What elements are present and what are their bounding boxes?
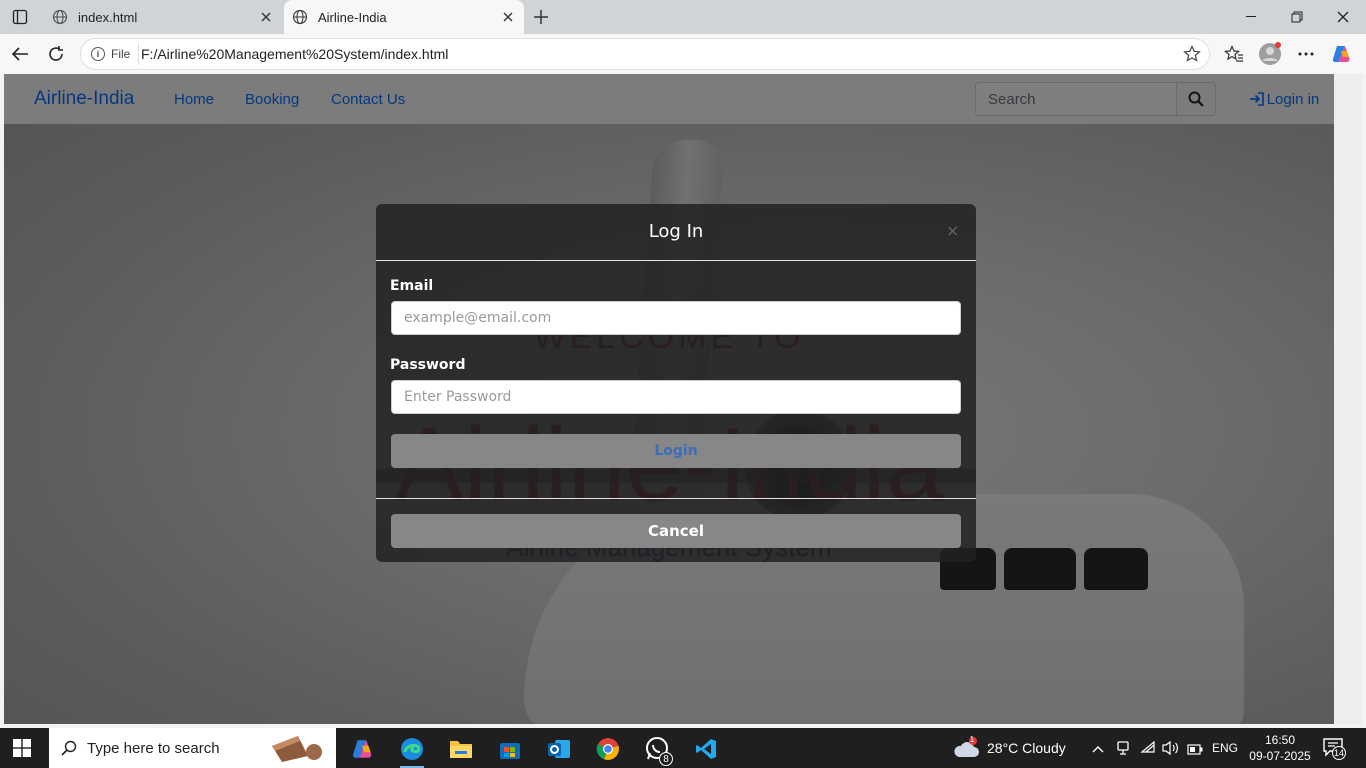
email-field[interactable]: example@email.com — [391, 301, 961, 335]
microsoft-store-icon[interactable] — [490, 732, 530, 766]
tab-title: index.html — [78, 9, 138, 25]
close-tab-icon[interactable] — [258, 9, 274, 25]
site-info-chip[interactable]: i File — [87, 43, 140, 65]
taskbar-search-placeholder: Type here to search — [87, 739, 220, 757]
copilot-icon[interactable] — [1330, 42, 1354, 66]
modal-footer-divider — [376, 498, 976, 499]
taskbar-clock[interactable]: 16:50 09-07-2025 — [1240, 732, 1320, 764]
weather-icon[interactable]: 1 — [953, 735, 979, 764]
show-hidden-icons-icon[interactable] — [1092, 741, 1104, 759]
restore-icon[interactable] — [1274, 0, 1320, 34]
new-tab-icon[interactable] — [530, 6, 552, 28]
page-viewport: WELCOME TO Airline-India Airline Managem… — [4, 74, 1334, 724]
windows-start-icon[interactable] — [10, 738, 34, 758]
favorites-icon[interactable] — [1222, 42, 1246, 66]
close-tab-icon[interactable] — [500, 9, 516, 25]
more-menu-icon[interactable] — [1294, 42, 1318, 66]
file-explorer-icon[interactable] — [441, 732, 481, 766]
address-bar[interactable]: i File F:/Airline%20Management%20System/… — [80, 38, 1210, 70]
password-label: Password — [390, 357, 466, 373]
chrome-icon[interactable] — [588, 732, 628, 766]
login-modal: Log In × Email example@email.com Passwor… — [376, 204, 976, 562]
refresh-icon[interactable] — [44, 42, 68, 66]
battery-icon[interactable] — [1187, 742, 1203, 760]
back-arrow-icon[interactable] — [8, 42, 32, 66]
taskbar-search-box[interactable]: Type here to search — [49, 728, 336, 768]
globe-icon — [52, 9, 68, 25]
email-label: Email — [390, 278, 434, 294]
password-field[interactable]: Enter Password — [391, 380, 961, 414]
outlook-icon[interactable] — [539, 732, 579, 766]
wifi-icon[interactable] — [1140, 740, 1156, 759]
clock-date: 09-07-2025 — [1249, 749, 1311, 763]
tab-index-html[interactable]: index.html — [44, 0, 282, 34]
modal-body-edge — [376, 469, 976, 483]
info-icon: i — [91, 47, 105, 61]
url-text[interactable]: F:/Airline%20Management%20System/index.h… — [141, 46, 448, 62]
weather-text[interactable]: 28°C Cloudy — [987, 740, 1066, 756]
tab-title: Airline-India — [318, 9, 387, 25]
vscode-icon[interactable] — [686, 732, 726, 766]
language-indicator[interactable]: ENG — [1212, 741, 1238, 755]
edge-app-icon[interactable] — [392, 732, 432, 768]
volume-icon[interactable] — [1162, 740, 1180, 761]
notifications-icon[interactable]: 14 — [1322, 737, 1346, 762]
page-scrollbar[interactable] — [1334, 74, 1362, 724]
clock-time: 16:50 — [1264, 733, 1296, 747]
favorite-star-icon[interactable] — [1183, 45, 1201, 68]
file-chip-label: File — [111, 47, 131, 61]
modal-title: Log In — [648, 221, 704, 242]
minimize-icon[interactable] — [1228, 0, 1274, 34]
copilot-app-icon[interactable] — [343, 732, 383, 766]
close-window-icon[interactable] — [1320, 0, 1366, 34]
weather-badge: 1 — [969, 735, 975, 744]
tab-airline-india[interactable]: Airline-India — [284, 0, 524, 34]
search-icon — [61, 740, 77, 756]
whatsapp-badge: 8 — [659, 752, 673, 766]
windows-taskbar: Type here to search 8 1 28°C Cloudy ENG … — [0, 728, 1366, 768]
close-icon[interactable]: × — [946, 221, 959, 240]
browser-toolbar: i File F:/Airline%20Management%20System/… — [0, 34, 1366, 74]
profile-avatar[interactable] — [1258, 42, 1282, 66]
tab-actions-icon[interactable] — [8, 6, 32, 28]
globe-icon — [292, 9, 308, 25]
login-button[interactable]: Login — [391, 434, 961, 468]
meet-now-icon[interactable] — [1116, 740, 1130, 761]
browser-tab-strip: index.html Airline-India — [0, 0, 1366, 34]
modal-header-divider — [376, 260, 976, 261]
search-highlight-icon — [272, 736, 322, 762]
cancel-button[interactable]: Cancel — [391, 514, 961, 548]
notifications-badge: 14 — [1332, 746, 1346, 760]
whatsapp-icon[interactable]: 8 — [637, 732, 677, 766]
